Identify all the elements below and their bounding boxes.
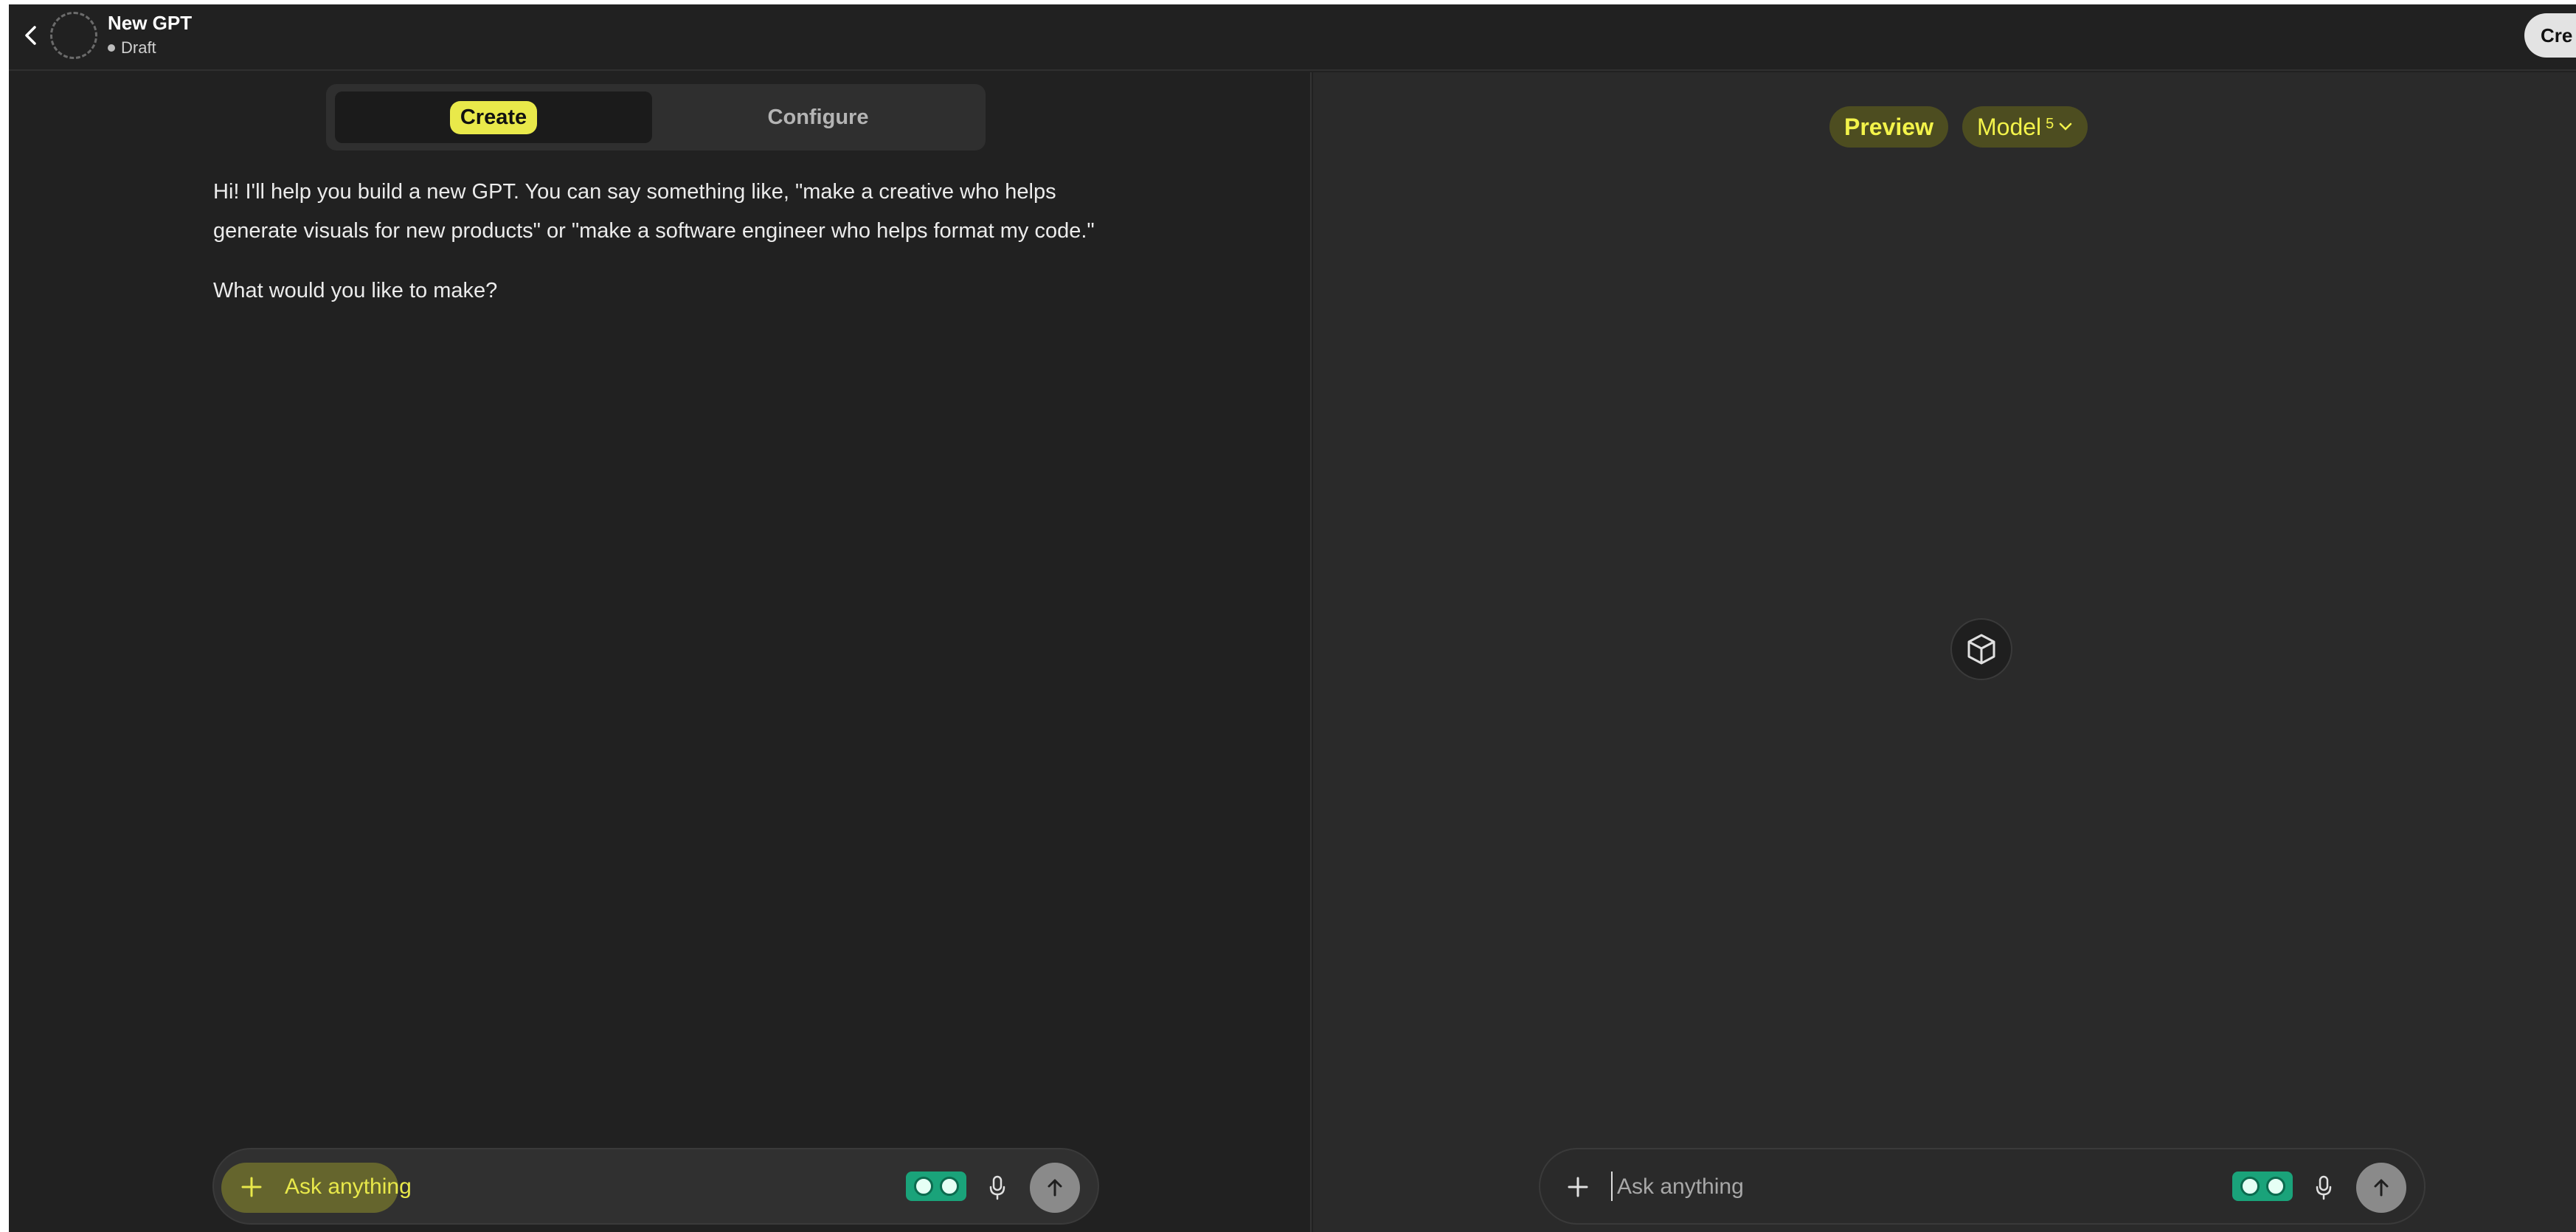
- preview-panel: Preview Model 5: [1313, 72, 2576, 1232]
- preview-label: Preview: [1829, 106, 1948, 148]
- send-button[interactable]: [2356, 1163, 2406, 1213]
- grammarly-extension-icon: [2240, 1177, 2260, 1196]
- gpt-name: New GPT: [108, 12, 193, 34]
- microphone-icon: [2316, 1175, 2332, 1200]
- dictate-button[interactable]: [2307, 1170, 2340, 1205]
- back-button[interactable]: [16, 21, 46, 50]
- builder-panel: Create Configure Hi! I'll help you build…: [9, 72, 1312, 1232]
- chevron-left-icon: [25, 26, 36, 45]
- tab-create-label: Create: [449, 100, 538, 134]
- gpt-avatar-placeholder[interactable]: [50, 12, 97, 59]
- arrow-up-icon: [1048, 1179, 1062, 1197]
- builder-message: Hi! I'll help you build a new GPT. You c…: [213, 173, 1098, 311]
- builder-message-input[interactable]: [285, 1166, 831, 1208]
- preview-message-input[interactable]: [1617, 1166, 2163, 1208]
- mode-tabs: Create Configure: [326, 84, 986, 150]
- intro-message: Hi! I'll help you build a new GPT. You c…: [213, 180, 1095, 243]
- grammarly-g-icon: [939, 1177, 959, 1196]
- plus-icon: [1568, 1177, 1588, 1197]
- top-header: New GPT Draft Cre: [9, 4, 2576, 71]
- grammarly-extension-button[interactable]: [906, 1172, 966, 1201]
- tab-create[interactable]: Create: [335, 91, 652, 143]
- preview-composer: [1539, 1148, 2426, 1225]
- cube-icon: [1967, 634, 1995, 665]
- text-cursor: [1611, 1172, 1613, 1201]
- dictate-button[interactable]: [981, 1170, 1014, 1205]
- attach-button[interactable]: [1559, 1169, 1596, 1205]
- tab-configure[interactable]: Configure: [659, 91, 977, 143]
- grammarly-g-icon: [2265, 1177, 2285, 1196]
- grammarly-extension-icon: [913, 1177, 933, 1196]
- builder-composer: [212, 1148, 1099, 1225]
- app-window: New GPT Draft Cre Create Configure Hi! I…: [9, 4, 2576, 1232]
- status-dot-icon: [108, 44, 115, 52]
- chevron-down-icon: [2060, 122, 2072, 131]
- grammarly-extension-button[interactable]: [2232, 1172, 2293, 1201]
- model-version: 5: [2046, 115, 2054, 132]
- arrow-up-icon: [2374, 1179, 2389, 1197]
- status-label: Draft: [121, 38, 156, 57]
- plus-icon: [241, 1177, 262, 1197]
- model-selector[interactable]: Model 5: [1962, 106, 2088, 148]
- attach-button[interactable]: [233, 1169, 270, 1205]
- gpt-status: Draft: [108, 38, 156, 58]
- send-button[interactable]: [1030, 1163, 1080, 1213]
- intro-question: What would you like to make?: [213, 279, 498, 302]
- microphone-icon: [989, 1175, 1005, 1200]
- create-gpt-button[interactable]: Cre: [2524, 13, 2576, 58]
- gpt-preview-avatar: [1950, 618, 2012, 680]
- model-label: Model: [1977, 113, 2042, 140]
